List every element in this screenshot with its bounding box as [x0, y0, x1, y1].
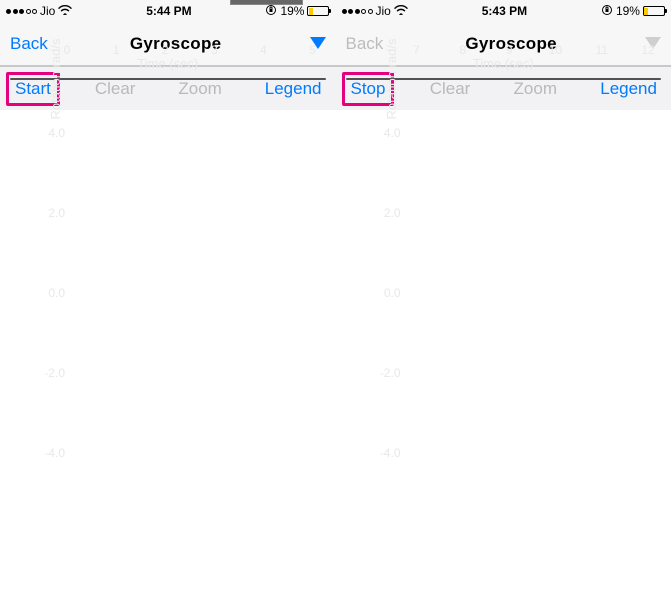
y-tick-label: 0.0 — [361, 286, 401, 300]
x-tick-label: 8 — [459, 43, 466, 57]
x-tick-label: 5 — [309, 43, 316, 57]
clock-label: 5:43 PM — [482, 4, 527, 18]
status-bar: Jio 5:43 PM 19% — [336, 0, 671, 22]
x-axis-label: Time (sec) — [11, 56, 325, 71]
y-tick-label: -4.0 — [25, 446, 65, 460]
wifi-icon — [394, 5, 408, 18]
signal-icon — [6, 9, 37, 14]
x-tick-label: 9 — [506, 43, 513, 57]
rotation-lock-icon — [265, 4, 277, 19]
x-tick-label: 10 — [549, 43, 562, 57]
rotation-lock-icon — [601, 4, 613, 19]
battery-icon — [307, 6, 329, 16]
y-tick-label: 4.0 — [25, 126, 65, 140]
y-axis-label: Rotation rad/s — [383, 39, 398, 120]
battery-pct-label: 19% — [280, 4, 304, 18]
x-tick-label: 1 — [113, 43, 120, 57]
x-axis-label: Time (sec) — [347, 56, 661, 71]
x-tick-label: 7 — [413, 43, 420, 57]
x-tick-label: 2 — [162, 43, 169, 57]
y-tick-label: -2.0 — [361, 366, 401, 380]
phone-left: Jio 5:44 PM 19% Back Gyroscope Rotation … — [0, 0, 336, 110]
x-tick-label: 11 — [595, 43, 607, 57]
chart-panel: Rotation rad/s Time (sec) Roll Pitch Yaw… — [10, 78, 326, 80]
y-tick-label: 2.0 — [25, 206, 65, 220]
back-button[interactable]: Back — [10, 34, 48, 54]
y-tick-label: -4.0 — [361, 446, 401, 460]
y-tick-label: 2.0 — [361, 206, 401, 220]
battery-pct-label: 19% — [616, 4, 640, 18]
phone-right: Jio 5:43 PM 19% Back Gyroscope Rotation … — [336, 0, 671, 110]
carrier-label: Jio — [376, 4, 391, 18]
page-title: Gyroscope — [130, 34, 222, 54]
y-tick-label: 0.0 — [25, 286, 65, 300]
x-tick-label: 3 — [211, 43, 218, 57]
y-axis-label: Rotation rad/s — [48, 39, 63, 120]
battery-icon — [643, 6, 665, 16]
wifi-icon — [58, 5, 72, 18]
clock-label: 5:44 PM — [146, 4, 191, 18]
back-button[interactable]: Back — [346, 34, 384, 54]
signal-icon — [342, 9, 373, 14]
y-tick-label: 4.0 — [361, 126, 401, 140]
y-tick-label: -2.0 — [25, 366, 65, 380]
x-tick-label: 4 — [260, 43, 267, 57]
legend: Roll Pitch Yaw — [230, 0, 303, 5]
chart-panel: Rotation rad/s Time (sec) 4.02.00.0-2.0-… — [346, 78, 662, 80]
carrier-label: Jio — [40, 4, 55, 18]
x-tick-label: 12 — [641, 43, 654, 57]
x-tick-label: 0 — [64, 43, 71, 57]
